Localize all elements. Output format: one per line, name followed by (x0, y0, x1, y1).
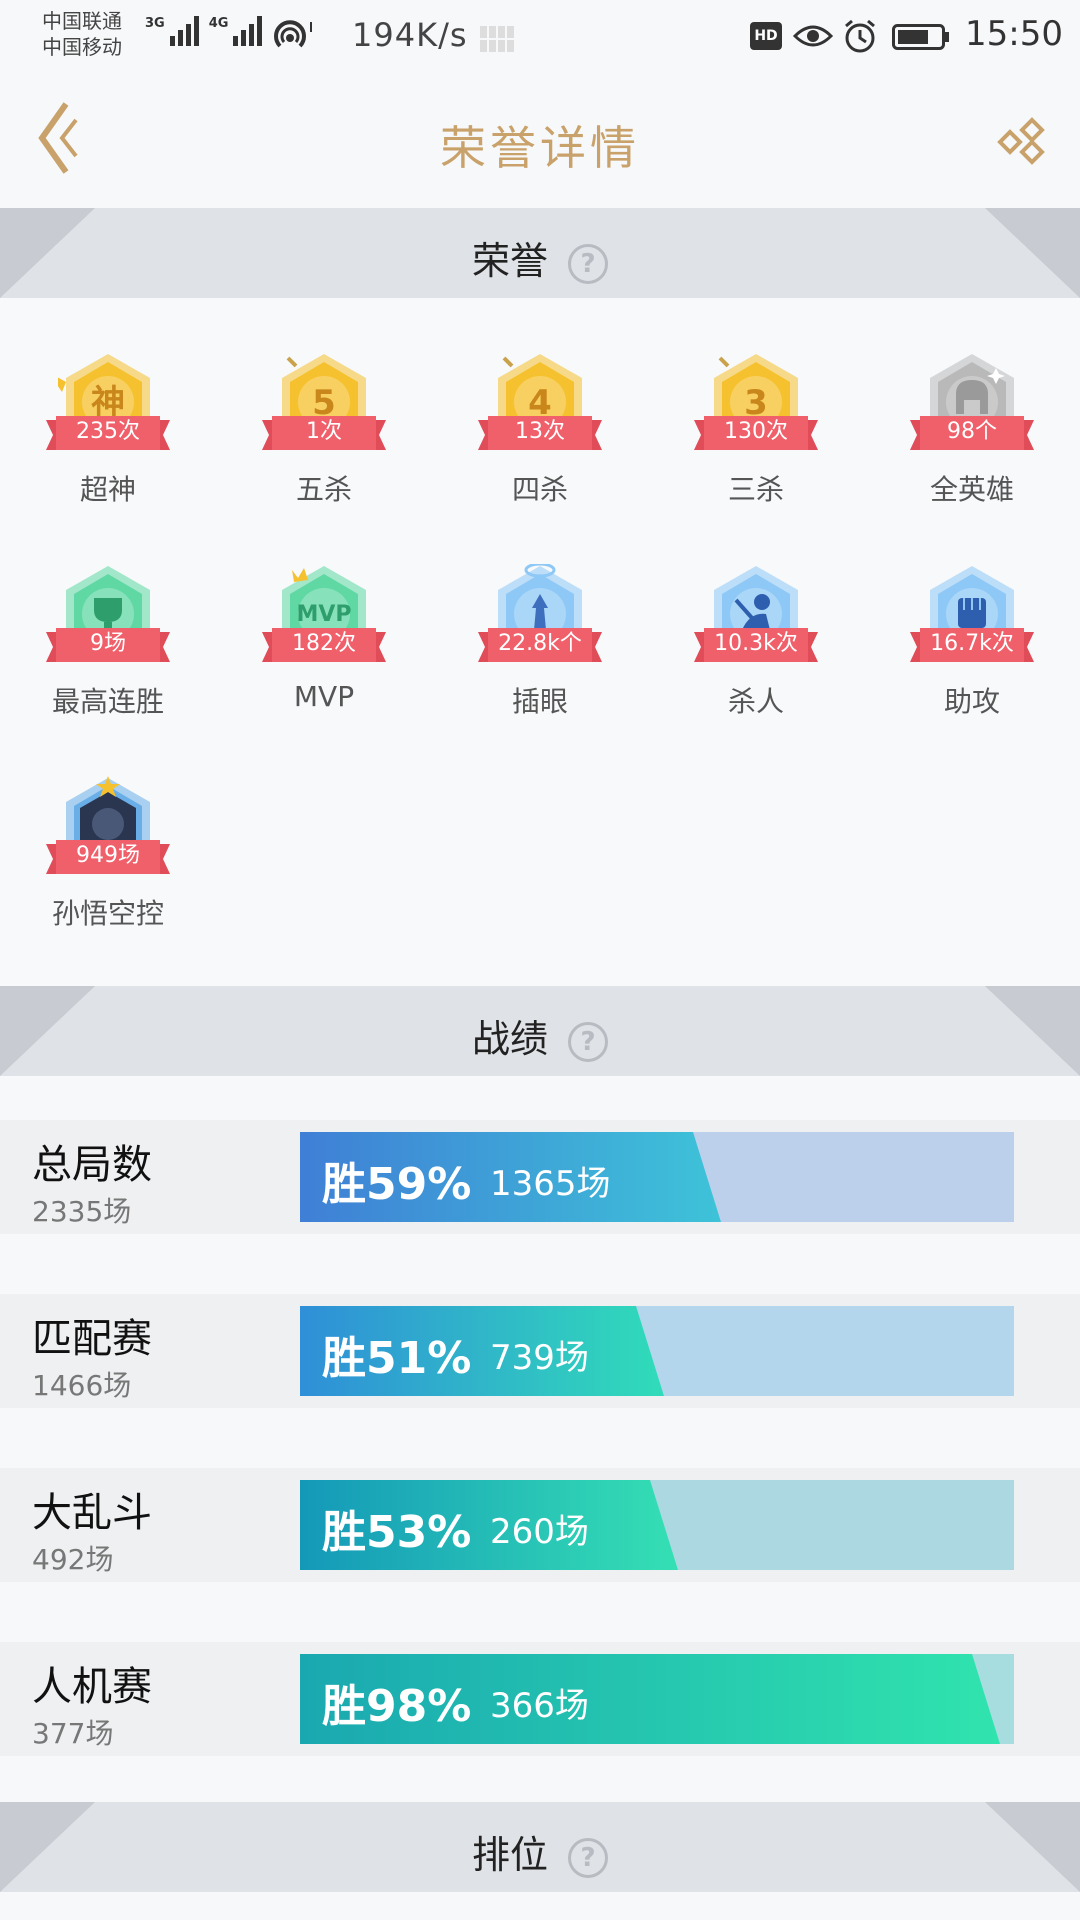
wins-count: 260场 (490, 1512, 589, 1552)
signal-indicators: 3G 4G (145, 16, 263, 46)
wins-count: 739场 (490, 1338, 589, 1378)
win-rate-bar: 胜98% 366场 (300, 1654, 1014, 1744)
hotspot-icon (274, 20, 312, 48)
status-bar: 中国联通 中国移动 3G 4G 194K/s HD 15:50 (0, 0, 1080, 74)
mode-total-games: 2335场 (32, 1195, 132, 1228)
honor-count: 10.3k次 (714, 631, 798, 656)
win-rate-label: 胜98% (322, 1681, 472, 1732)
share-icon[interactable] (996, 114, 1046, 166)
honor-badge[interactable]: 3 130次 三杀 (666, 318, 846, 518)
win-rate-bar: 胜51% 739场 (300, 1306, 1014, 1396)
page-title: 荣誉详情 (440, 121, 640, 175)
honor-badge[interactable]: 949场孙悟空控 (18, 742, 198, 942)
hd-icon: HD (750, 22, 782, 50)
honor-badge[interactable]: 9场最高连胜 (18, 530, 198, 730)
honor-label: 最高连胜 (51, 685, 164, 718)
honor-badge[interactable]: 神 235次 超神 (18, 318, 198, 518)
rank-section-header: 排位? (0, 1802, 1080, 1892)
stat-row[interactable]: 匹配赛 1466场 胜51% 739场 (0, 1294, 1080, 1408)
mode-total-games: 1466场 (32, 1369, 132, 1402)
honor-count: 130次 (724, 419, 788, 444)
honor-badge[interactable]: 16.7k次助攻 (882, 530, 1062, 730)
honor-badge[interactable]: MVP 182次 MVP (234, 530, 414, 730)
carrier-info: 中国联通 中国移动 (42, 8, 122, 60)
honor-count: 1次 (306, 419, 342, 444)
honor-label: 插眼 (511, 685, 568, 718)
honor-count: 16.7k次 (930, 631, 1014, 656)
honor-help-icon[interactable]: ? (568, 243, 608, 284)
carrier-2: 中国移动 (42, 35, 122, 59)
record-section-title: 战绩 (471, 1017, 548, 1061)
mode-name: 匹配赛 (32, 1316, 152, 1362)
honor-section-header: 荣誉? (0, 208, 1080, 298)
clock: 15:50 (965, 14, 1063, 54)
honor-badge[interactable]: 22.8k个插眼 (450, 530, 630, 730)
mode-name: 总局数 (32, 1142, 152, 1188)
network-type-1: 3G (145, 16, 165, 31)
honor-grid: 神 235次 超神 5 1次 五杀 4 13次 四杀 3 130次 三杀 98个 全英雄 9场 最高连胜 MVP… (0, 298, 1080, 986)
stat-row[interactable]: 人机赛 377场 胜98% 366场 (0, 1642, 1080, 1756)
win-rate-bar: 胜59% 1365场 (300, 1132, 1014, 1222)
page-header: 荣誉详情 (0, 74, 1080, 206)
mode-name: 人机赛 (32, 1664, 152, 1710)
honor-label: 四杀 (511, 473, 568, 506)
honor-label: 杀人 (727, 685, 784, 718)
win-rate-label: 胜59% (322, 1159, 472, 1210)
honor-count: 235次 (76, 419, 140, 444)
carrier-1: 中国联通 (42, 9, 122, 33)
mode-name: 大乱斗 (32, 1490, 152, 1536)
honor-count: 98个 (947, 419, 997, 444)
signal-2-icon: 4G (209, 16, 263, 46)
alarm-icon (845, 19, 875, 53)
stat-row[interactable]: 大乱斗 492场 胜53% 260场 (0, 1468, 1080, 1582)
win-rate-bar: 胜53% 260场 (300, 1480, 1014, 1570)
honor-badge[interactable]: 98个全英雄 (882, 318, 1062, 518)
emblem-text: MVP (296, 602, 351, 627)
honor-count: 182次 (292, 631, 356, 656)
stat-row[interactable]: 总局数 2335场 胜59% 1365场 (0, 1120, 1080, 1234)
honor-badge[interactable]: 4 13次 四杀 (450, 318, 630, 518)
mode-total-games: 377场 (32, 1717, 114, 1750)
honor-count: 949场 (76, 843, 140, 868)
rank-section-title: 排位 (471, 1833, 548, 1877)
network-speed: 194K/s (352, 16, 468, 54)
honor-label: 五杀 (295, 473, 352, 506)
honor-label: 孙悟空控 (51, 897, 164, 930)
honor-count: 22.8k个 (498, 631, 582, 656)
battery-icon (892, 24, 949, 50)
eye-comfort-icon (793, 25, 833, 47)
signal-1-icon: 3G (145, 16, 199, 46)
honor-count: 9场 (90, 631, 126, 656)
honor-label: 三杀 (727, 473, 784, 506)
honor-label: 助攻 (943, 685, 1000, 718)
wins-count: 1365场 (490, 1164, 611, 1204)
notification-grid-icon (480, 26, 514, 52)
rank-help-icon[interactable]: ? (568, 1837, 608, 1878)
record-help-icon[interactable]: ? (568, 1021, 608, 1062)
honor-label: MVP (293, 680, 355, 713)
honor-label: 全英雄 (929, 473, 1014, 506)
record-section-header: 战绩? (0, 986, 1080, 1076)
honor-badge[interactable]: 5 1次 五杀 (234, 318, 414, 518)
win-rate-label: 胜51% (322, 1333, 472, 1384)
honor-count: 13次 (515, 419, 565, 444)
wins-count: 366场 (490, 1686, 589, 1726)
win-rate-label: 胜53% (322, 1507, 472, 1558)
network-type-2: 4G (208, 16, 229, 31)
mode-total-games: 492场 (32, 1543, 114, 1576)
honor-badge[interactable]: 10.3k次杀人 (666, 530, 846, 730)
honor-section-title: 荣誉 (471, 239, 548, 283)
honor-label: 超神 (79, 473, 136, 506)
